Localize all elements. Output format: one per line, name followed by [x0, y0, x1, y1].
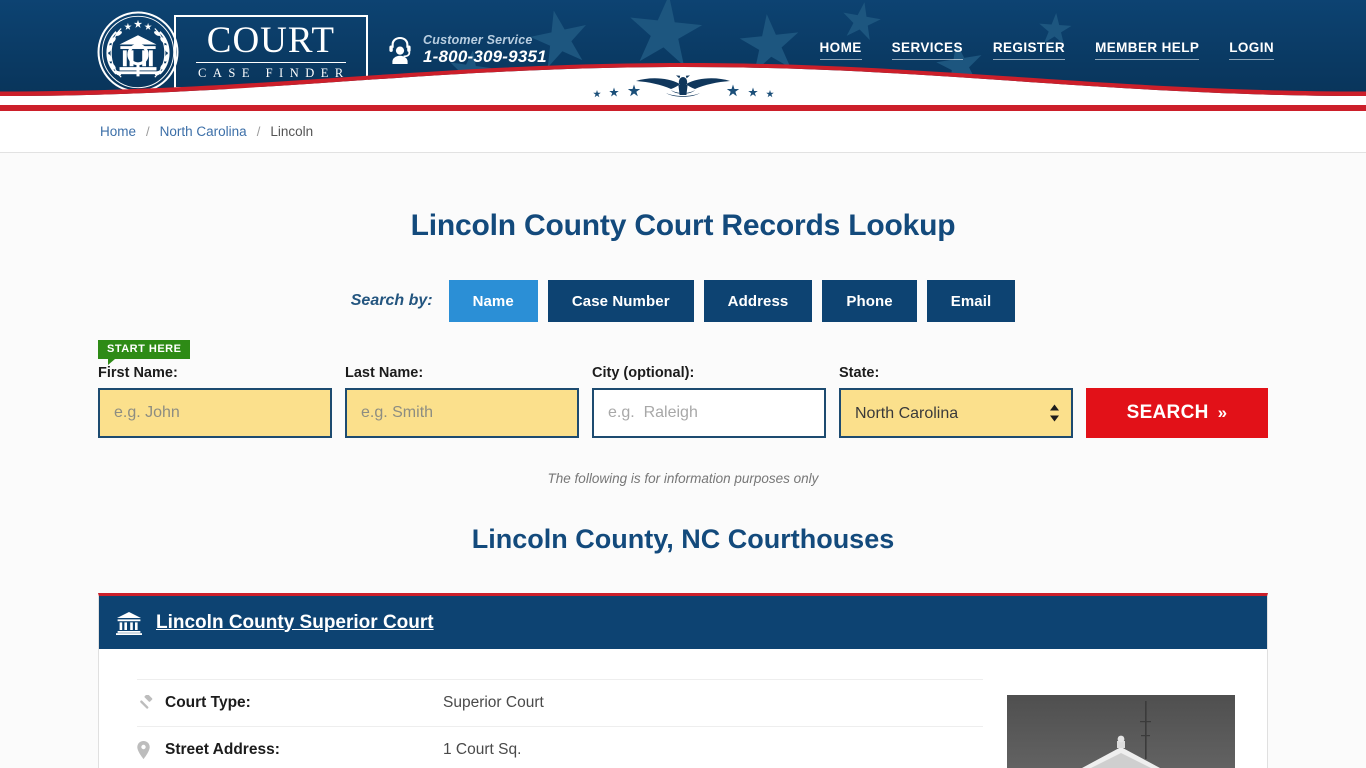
- tab-case-number[interactable]: Case Number: [547, 280, 694, 322]
- tab-name[interactable]: Name: [448, 280, 538, 322]
- breadcrumb-separator: /: [146, 124, 150, 139]
- search-by-label: Search by:: [350, 292, 433, 309]
- court-search-form: First Name: Last Name: City (optional): …: [98, 365, 1268, 438]
- start-here-wrapper: START HERE: [98, 340, 1268, 365]
- first-name-input[interactable]: [98, 388, 332, 438]
- page-title: Lincoln County Court Records Lookup: [410, 209, 956, 242]
- state-label: State:: [839, 365, 880, 381]
- breadcrumb-item-lincoln: Lincoln: [270, 124, 314, 139]
- courthouse-card: Lincoln County Superior Court Court Type…: [98, 593, 1268, 768]
- breadcrumb: Home / North Carolina / Lincoln: [0, 111, 1366, 153]
- bank-building-icon: [116, 611, 142, 635]
- courthouse-card-header: Lincoln County Superior Court: [99, 596, 1267, 649]
- courthouse-photo: [1007, 695, 1235, 768]
- detail-value-court-type: Superior Court: [443, 694, 544, 711]
- logo-title: COURT: [206, 20, 335, 62]
- search-by-tabs: Search by: Name Case Number Address Phon…: [0, 280, 1366, 322]
- city-input[interactable]: [592, 388, 826, 438]
- detail-label-court-type: Court Type:: [165, 694, 251, 711]
- state-select[interactable]: North Carolina: [839, 388, 1073, 438]
- courthouses-section-title: Lincoln County, NC Courthouses: [471, 524, 895, 554]
- chevron-double-right-icon: »: [1217, 403, 1228, 422]
- courthouse-name-link[interactable]: Lincoln County Superior Court: [156, 612, 434, 634]
- search-button[interactable]: SEARCH »: [1086, 388, 1268, 438]
- detail-label-street-address: Street Address:: [165, 741, 280, 758]
- last-name-input[interactable]: [345, 388, 579, 438]
- city-label: City (optional):: [592, 365, 695, 381]
- last-name-label: Last Name:: [345, 365, 424, 381]
- start-here-badge: START HERE: [98, 340, 191, 359]
- search-button-label: SEARCH: [1126, 402, 1209, 423]
- first-name-label: First Name:: [98, 365, 178, 381]
- courthouse-card-body: Court Type: Superior Court Street Addres…: [99, 649, 1267, 768]
- tab-phone[interactable]: Phone: [822, 280, 917, 322]
- nav-login[interactable]: LOGIN: [1229, 40, 1274, 60]
- breadcrumb-item-home[interactable]: Home: [100, 124, 136, 139]
- city-field-group: City (optional):: [592, 365, 826, 438]
- main-navigation: HOME SERVICES REGISTER MEMBER HELP LOGIN: [819, 40, 1274, 60]
- nav-services[interactable]: SERVICES: [891, 40, 963, 60]
- headset-support-icon: [389, 36, 411, 64]
- detail-value-street-address: 1 Court Sq.: [443, 741, 522, 758]
- info-note: The following is for information purpose…: [547, 471, 819, 486]
- site-header: COURT CASE FINDER Customer Service 1-800…: [0, 0, 1366, 105]
- nav-member-help[interactable]: MEMBER HELP: [1095, 40, 1200, 60]
- eagle-stars-banner-icon: [0, 63, 1366, 105]
- tab-address[interactable]: Address: [703, 280, 813, 322]
- state-field-group: State: North Carolina: [839, 365, 1073, 438]
- nav-register[interactable]: REGISTER: [992, 40, 1066, 60]
- last-name-field-group: Last Name:: [345, 365, 579, 438]
- customer-service-label: Customer Service: [423, 33, 533, 47]
- nav-home[interactable]: HOME: [819, 40, 862, 60]
- first-name-field-group: First Name:: [98, 365, 332, 438]
- breadcrumb-item-north-carolina[interactable]: North Carolina: [160, 124, 247, 139]
- customer-service-block: Customer Service 1-800-309-9351: [386, 33, 547, 67]
- start-here-badge-tail: [108, 359, 115, 365]
- courthouse-detail-list: Court Type: Superior Court Street Addres…: [137, 671, 983, 768]
- detail-row-street-address: Street Address: 1 Court Sq.: [137, 726, 983, 768]
- detail-row-court-type: Court Type: Superior Court: [137, 679, 983, 726]
- breadcrumb-separator: /: [256, 124, 261, 139]
- gavel-icon: [137, 694, 165, 712]
- tab-email[interactable]: Email: [926, 280, 1016, 322]
- page-body: Lincoln County Court Records Lookup Sear…: [0, 153, 1366, 768]
- map-pin-icon: [137, 741, 165, 759]
